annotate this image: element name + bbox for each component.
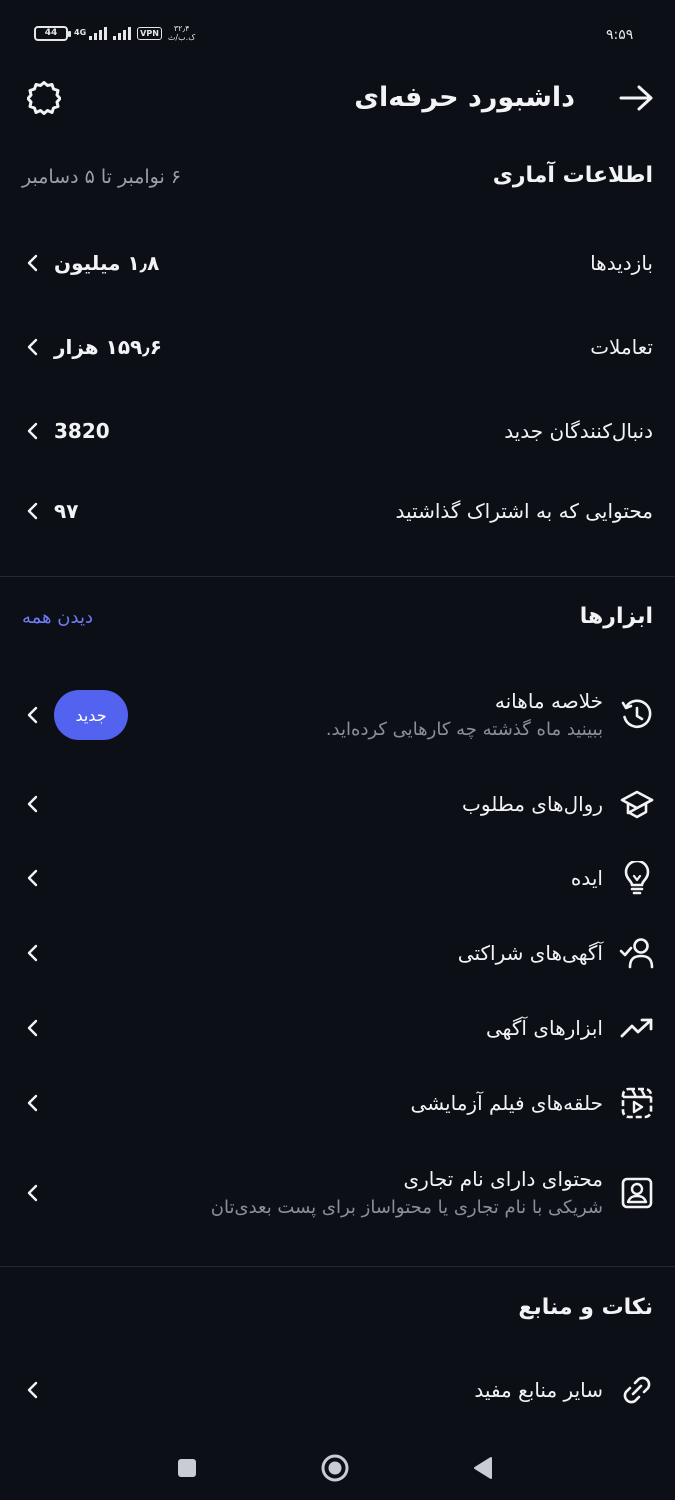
status-icons: 44 4G VPN ۳۲٫۴ ک.ب/ث [34, 22, 195, 44]
tool-title: خلاصه ماهانه [494, 689, 603, 713]
tool-branded-content[interactable]: محتوای دارای نام تجاری شریکی با نام تجار… [0, 1148, 675, 1238]
stat-row-views[interactable]: بازدیدها ۱٫۸ میلیون [0, 228, 675, 298]
chevron-left-icon [27, 944, 38, 962]
speed-unit: ک.ب/ث [167, 33, 196, 42]
square-recents-icon [178, 1459, 196, 1477]
nav-back-button[interactable] [461, 1448, 505, 1488]
stat-row-shared-content[interactable]: محتوایی که به اشتراک گذاشتید ۹۷ [0, 476, 675, 546]
triangle-back-icon [474, 1457, 492, 1479]
tool-title: حلقه‌های فیلم آزمایشی [410, 1091, 603, 1115]
tool-partnership-ads[interactable]: آگهی‌های شراکتی [0, 917, 675, 989]
chevron-left-icon [27, 422, 38, 440]
chevron-left-icon [27, 869, 38, 887]
section-divider [0, 576, 675, 577]
chevron-left-icon [27, 1094, 38, 1112]
trending-up-icon [619, 1010, 655, 1046]
stat-value: 3820 [54, 419, 110, 443]
tool-title: آگهی‌های شراکتی [457, 941, 603, 965]
settings-gear-icon [27, 81, 61, 115]
branded-portrait-icon [619, 1175, 655, 1211]
chevron-left-icon [27, 706, 38, 724]
tool-title: ابزارهای آگهی [486, 1016, 603, 1040]
tool-title: ایده [570, 866, 603, 890]
chevron-left-icon [27, 1019, 38, 1037]
network-type: 4G [74, 28, 87, 37]
tool-title: سایر منابع مفید [474, 1378, 603, 1402]
tool-subtitle: شریکی با نام تجاری یا محتواساز برای پست … [210, 1197, 603, 1218]
stat-value: ۱٫۸ میلیون [54, 251, 160, 275]
stat-value: ۹۷ [54, 499, 79, 523]
tool-ad-tools[interactable]: ابزارهای آگهی [0, 992, 675, 1064]
battery-level: 44 [44, 28, 58, 38]
history-clock-icon [619, 697, 655, 733]
tool-trial-reels[interactable]: حلقه‌های فیلم آزمایشی [0, 1067, 675, 1139]
chevron-left-icon [27, 795, 38, 813]
stat-label: دنبال‌کنندگان جدید [504, 419, 653, 443]
signal-icon-2 [113, 26, 132, 40]
date-range: ۶ نوامبر تا ۵ دسامبر [22, 166, 182, 188]
chevron-left-icon [27, 502, 38, 520]
resources-section-title: نکات و منابع [518, 1295, 653, 1320]
back-button[interactable] [614, 78, 658, 118]
tool-idea[interactable]: ایده [0, 842, 675, 914]
home-button[interactable] [313, 1448, 357, 1488]
section-divider [0, 1266, 675, 1267]
stat-label: بازدیدها [590, 251, 653, 275]
stat-row-interactions[interactable]: تعاملات ۱۵۹٫۶ هزار [0, 312, 675, 382]
tool-text: حلقه‌های فیلم آزمایشی [411, 1088, 603, 1118]
stat-value: ۱۵۹٫۶ هزار [54, 335, 162, 359]
speed-value: ۳۲٫۴ [173, 24, 190, 33]
see-all-link[interactable]: دیدن همه [22, 607, 93, 628]
resource-other-useful[interactable]: سایر منابع مفید [0, 1354, 675, 1426]
tool-text: خلاصه ماهانه ببینید ماه گذشته چه کارهایی… [326, 686, 603, 744]
stat-row-new-followers[interactable]: دنبال‌کنندگان جدید 3820 [0, 396, 675, 466]
tool-subtitle: ببینید ماه گذشته چه کارهایی کرده‌اید. [325, 719, 603, 740]
status-time: ۹:۵۹ [606, 27, 634, 43]
person-check-icon [619, 935, 655, 971]
reels-play-icon [619, 1085, 655, 1121]
system-nav-bar [0, 1436, 675, 1500]
tools-section-title: ابزارها [579, 604, 653, 629]
graduation-cap-icon [619, 786, 655, 822]
tool-text: محتوای دارای نام تجاری شریکی با نام تجار… [211, 1164, 603, 1222]
tool-text: روال‌های مطلوب [462, 789, 603, 819]
chevron-left-icon [27, 254, 38, 272]
chevron-left-icon [27, 1184, 38, 1202]
arrow-back-icon [619, 85, 653, 111]
new-badge: جدید [54, 690, 128, 740]
stat-label: تعاملات [590, 335, 653, 359]
tool-title: روال‌های مطلوب [462, 792, 603, 816]
tool-monthly-summary[interactable]: خلاصه ماهانه ببینید ماه گذشته چه کارهایی… [0, 670, 675, 760]
tool-title: محتوای دارای نام تجاری [403, 1167, 603, 1191]
signal-icon [89, 26, 108, 40]
chevron-left-icon [27, 338, 38, 356]
network-speed: ۳۲٫۴ ک.ب/ث [168, 24, 195, 42]
settings-button[interactable] [22, 76, 66, 120]
tool-text: آگهی‌های شراکتی [458, 938, 603, 968]
tool-text: ابزارهای آگهی [486, 1013, 603, 1043]
stat-label: محتوایی که به اشتراک گذاشتید [395, 499, 654, 523]
battery-icon: 44 [34, 25, 71, 41]
stats-section-title: اطلاعات آماری [492, 163, 653, 188]
tool-text: سایر منابع مفید [474, 1375, 603, 1405]
tool-best-practices[interactable]: روال‌های مطلوب [0, 768, 675, 840]
page-title: داشبورد حرفه‌ای [354, 82, 575, 113]
tool-text: ایده [571, 863, 603, 893]
vpn-icon: VPN [137, 26, 162, 40]
status-bar: 44 4G VPN ۳۲٫۴ ک.ب/ث ۹:۵۹ [0, 0, 675, 66]
lightbulb-icon [619, 860, 655, 896]
recents-button[interactable] [165, 1448, 209, 1488]
link-icon [619, 1372, 655, 1408]
chevron-left-icon [27, 1381, 38, 1399]
circle-home-icon [321, 1454, 349, 1482]
